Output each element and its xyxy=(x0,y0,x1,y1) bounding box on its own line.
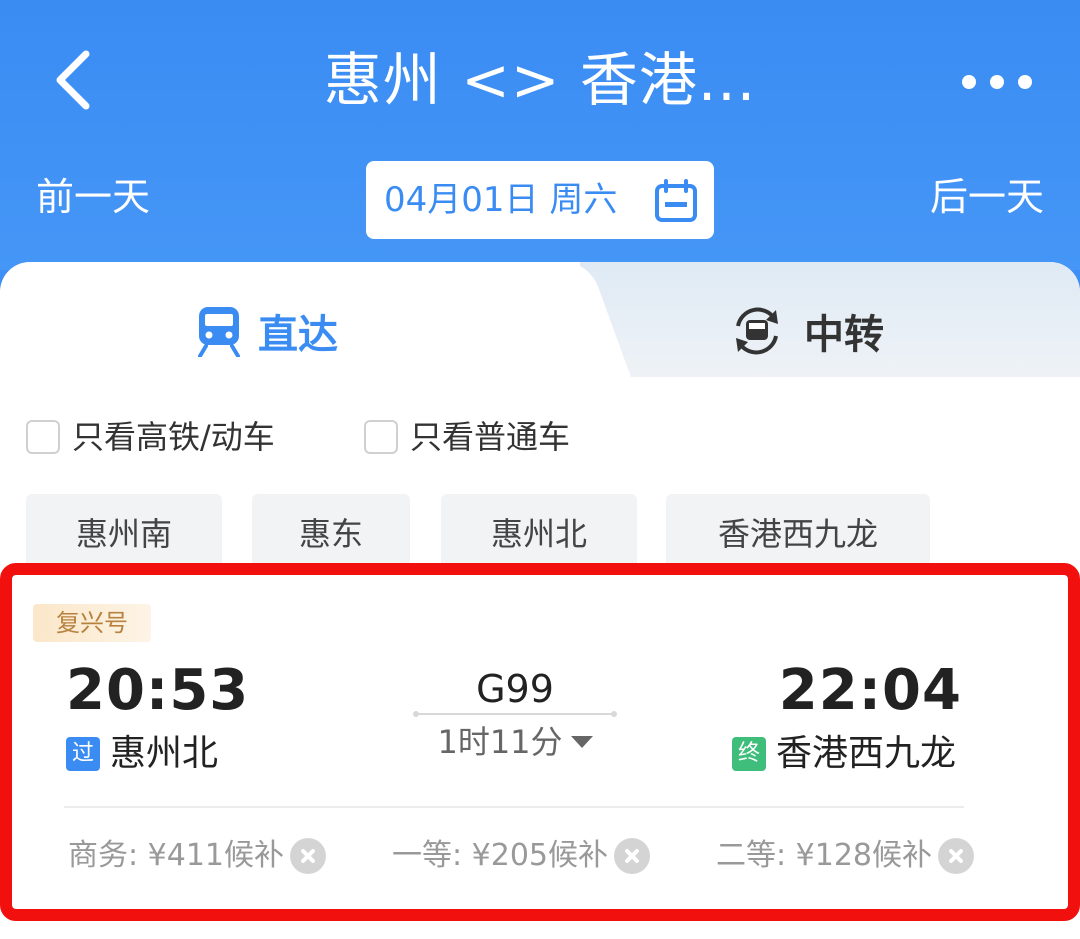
top-bar: 惠州 <> 香港... 前一天 04月01日 周六 后一天 xyxy=(0,0,1080,270)
prev-day-button[interactable]: 前一天 xyxy=(36,170,150,224)
tab-transfer-label: 中转 xyxy=(804,312,884,358)
transfer-train-icon xyxy=(736,307,778,355)
date-label: 04月01日 周六 xyxy=(384,180,618,220)
duration-toggle[interactable]: 1时11分 xyxy=(415,720,615,764)
checkbox[interactable] xyxy=(26,420,60,454)
sold-out-icon xyxy=(614,838,650,874)
back-arrow-icon[interactable] xyxy=(48,48,108,112)
calendar-icon xyxy=(655,179,697,222)
arrival-station: 终 香港西九龙 xyxy=(732,734,956,774)
fare-label: 商务: ¥411候补 xyxy=(68,838,284,873)
station-chip-huizhou-north[interactable]: 惠州北 xyxy=(441,494,637,570)
departure-station: 过 惠州北 xyxy=(66,734,218,774)
fare-first-class: 一等: ¥205候补 xyxy=(392,834,650,878)
train-icon xyxy=(198,307,240,357)
arrival-time: 22:04 xyxy=(778,658,962,723)
tab-direct-content: 直达 xyxy=(196,302,338,360)
next-day-button[interactable]: 后一天 xyxy=(930,170,1044,224)
departure-time: 20:53 xyxy=(66,658,250,723)
filter-regular[interactable]: 只看普通车 xyxy=(364,417,570,457)
filter-high-speed[interactable]: 只看高铁/动车 xyxy=(26,417,275,457)
pass-through-tag: 过 xyxy=(66,737,100,771)
filter-label: 只看普通车 xyxy=(410,418,571,456)
arrival-station-name: 香港西九龙 xyxy=(776,733,957,774)
page-title: 惠州 <> 香港... xyxy=(323,46,757,114)
station-chip-hk-west-kowloon[interactable]: 香港西九龙 xyxy=(666,494,930,570)
sold-out-icon xyxy=(938,838,974,874)
tab-direct-label: 直达 xyxy=(258,312,338,358)
filter-label: 只看高铁/动车 xyxy=(72,418,275,456)
fare-label: 一等: ¥205候补 xyxy=(392,838,608,873)
train-type-badge: 复兴号 xyxy=(33,604,151,642)
checkbox[interactable] xyxy=(364,420,398,454)
route-line xyxy=(413,711,617,717)
more-options-icon[interactable] xyxy=(962,72,1032,92)
station-chip-huizhou-south[interactable]: 惠州南 xyxy=(26,494,222,570)
station-chip-huidong[interactable]: 惠东 xyxy=(252,494,410,570)
departure-station-name: 惠州北 xyxy=(110,733,219,774)
fare-business: 商务: ¥411候补 xyxy=(68,834,326,878)
divider xyxy=(64,806,964,808)
train-number: G99 xyxy=(476,667,554,711)
duration-label: 1时11分 xyxy=(437,723,563,761)
terminal-tag: 终 xyxy=(732,737,766,771)
fare-second-class: 二等: ¥128候补 xyxy=(716,834,974,878)
fare-label: 二等: ¥128候补 xyxy=(716,838,932,873)
date-picker[interactable]: 04月01日 周六 xyxy=(366,161,714,239)
caret-down-icon xyxy=(570,736,593,748)
tab-transfer-content: 中转 xyxy=(728,302,884,360)
sold-out-icon xyxy=(290,838,326,874)
